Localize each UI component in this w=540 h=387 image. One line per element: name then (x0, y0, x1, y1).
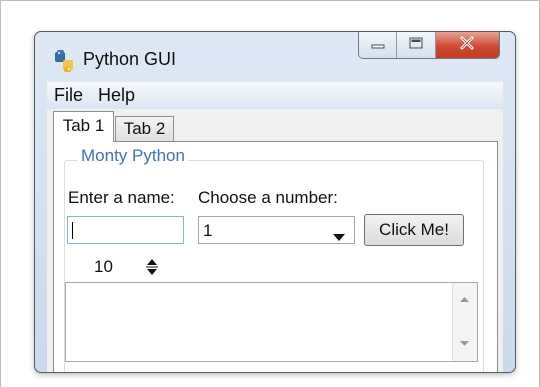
scrolled-text-area[interactable] (65, 282, 478, 362)
menu-file[interactable]: File (47, 85, 91, 106)
number-spinbox[interactable]: 10 (88, 254, 170, 280)
close-icon (459, 36, 475, 55)
chevron-down-icon (333, 228, 345, 246)
frame-top-line (0, 0, 540, 1)
minimize-button[interactable] (359, 32, 398, 58)
group-title: Monty Python (78, 146, 188, 166)
number-label: Choose a number: (198, 188, 338, 207)
window-title: Python GUI (83, 49, 177, 69)
maximize-button[interactable] (397, 32, 436, 58)
name-input[interactable] (67, 216, 184, 244)
menu-help[interactable]: Help (91, 85, 143, 106)
menu-bar: File Help (47, 82, 503, 110)
title-bar[interactable]: Python GUI (35, 32, 515, 84)
maximize-icon (409, 36, 423, 54)
close-button[interactable] (435, 32, 499, 58)
spin-arrows-icon[interactable] (146, 257, 158, 277)
minimize-icon (371, 36, 385, 54)
text-caret (72, 222, 73, 239)
tab-2[interactable]: Tab 2 (115, 116, 174, 141)
spinbox-value: 10 (94, 257, 113, 276)
click-me-button[interactable]: Click Me! (364, 214, 464, 246)
combobox-value: 1 (203, 221, 213, 240)
tab-1[interactable]: Tab 1 (53, 111, 114, 142)
scroll-down-icon[interactable] (456, 335, 473, 352)
name-label: Enter a name: (68, 188, 175, 207)
caption-buttons (358, 32, 500, 59)
scroll-up-icon[interactable] (456, 291, 473, 308)
vertical-scrollbar[interactable] (452, 283, 477, 361)
python-icon (53, 50, 75, 72)
number-combobox[interactable]: 1 (198, 216, 355, 244)
frame-left-line (0, 0, 1, 387)
